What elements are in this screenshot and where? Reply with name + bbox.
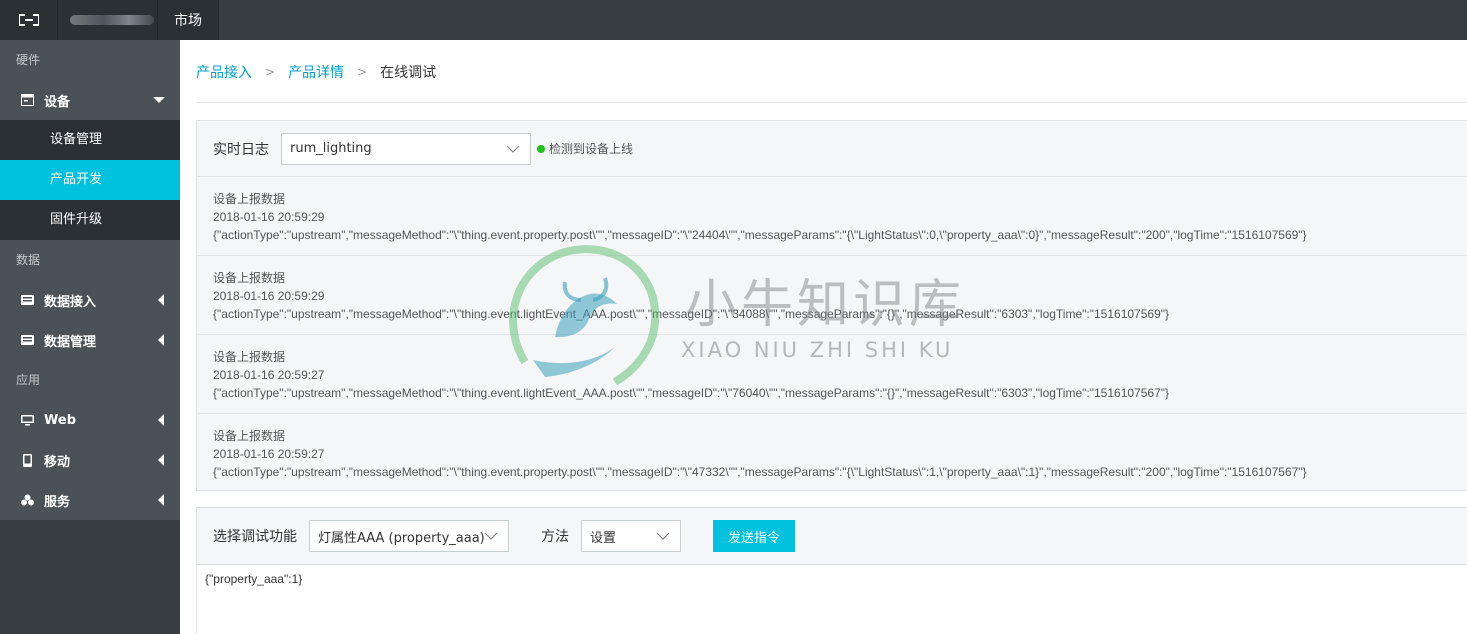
log-entry-time: 2018-01-16 20:59:29: [213, 210, 325, 224]
sidebar-subitem-product-development[interactable]: 产品开发: [0, 160, 180, 200]
sidebar-item-label: 设备: [44, 94, 71, 110]
data-manage-icon: [20, 333, 34, 347]
sidebar-item-services[interactable]: 服务: [0, 480, 180, 520]
mobile-icon: [20, 453, 34, 467]
payload-editor[interactable]: {"property_aaa":1}: [197, 565, 1467, 593]
monitor-icon: [20, 413, 34, 427]
log-entry: 设备上报数据 2018-01-16 20:59:27 {"actionType"…: [197, 335, 1467, 414]
services-icon: [20, 493, 34, 507]
chevron-right-icon: >: [265, 65, 276, 79]
caret-down-icon: [153, 97, 165, 103]
log-entry-json: {"actionType":"upstream","messageMethod"…: [213, 228, 1307, 242]
sidebar-subitem-device-management[interactable]: 设备管理: [0, 120, 180, 160]
sidebar-item-mobile[interactable]: 移动: [0, 440, 180, 480]
aliyun-logo-icon[interactable]: [0, 0, 57, 40]
section-title-hardware: 硬件: [0, 40, 180, 80]
log-entry-title: 设备上报数据: [213, 350, 286, 364]
breadcrumb: 产品接入 > 产品详情 > 在线调试: [196, 61, 436, 83]
sidebar-item-data-access[interactable]: 数据接入: [0, 280, 180, 320]
breadcrumb-current: 在线调试: [380, 65, 437, 81]
debug-function-select[interactable]: 灯属性AAA (property_aaa): [309, 520, 509, 552]
breadcrumb-product-details[interactable]: 产品详情: [288, 62, 344, 82]
sidebar-item-device[interactable]: 设备: [0, 80, 180, 120]
sidebar-subitem-firmware-upgrade[interactable]: 固件升级: [0, 200, 180, 240]
log-entry-title: 设备上报数据: [213, 192, 286, 206]
status-text: 检测到设备上线: [549, 142, 634, 156]
chevron-down-icon: [656, 532, 670, 540]
online-dot-icon: [537, 144, 545, 153]
chevron-down-icon: [506, 145, 520, 153]
section-title-app: 应用: [0, 360, 180, 400]
log-entry-time: 2018-01-16 20:59:29: [213, 289, 325, 303]
method-select[interactable]: 设置: [581, 520, 681, 552]
sidebar-item-label: Web: [44, 412, 76, 428]
caret-left-icon: [158, 414, 164, 426]
market-link[interactable]: 市场: [157, 0, 219, 40]
caret-left-icon: [158, 294, 164, 306]
log-entry-json: {"actionType":"upstream","messageMethod"…: [213, 307, 1170, 321]
divider: [196, 102, 1467, 103]
method-label: 方法: [541, 529, 569, 545]
method-value: 设置: [590, 530, 617, 546]
log-entry-title: 设备上报数据: [213, 429, 286, 443]
sidebar-item-label: 服务: [44, 494, 71, 510]
debug-header: 选择调试功能 灯属性AAA (property_aaa) 方法 设置 发送指令: [197, 508, 1467, 565]
caret-left-icon: [158, 454, 164, 466]
log-entry-json: {"actionType":"upstream","messageMethod"…: [213, 386, 1170, 400]
log-entry-json: {"actionType":"upstream","messageMethod"…: [213, 465, 1307, 479]
device-online-status: 检测到设备上线: [537, 140, 633, 157]
chevron-down-icon: [484, 532, 498, 540]
log-header: 实时日志 rum_lighting 检测到设备上线: [197, 121, 1467, 177]
breadcrumb-product-access[interactable]: 产品接入: [196, 62, 252, 82]
sidebar-item-web[interactable]: Web: [0, 400, 180, 440]
caret-left-icon: [158, 494, 164, 506]
debug-function-value: 灯属性AAA (property_aaa): [318, 530, 485, 546]
sidebar: 硬件 设备 设备管理 产品开发 固件升级 数据 数据接入 数据管理 应用 Web: [0, 40, 180, 634]
log-entry: 设备上报数据 2018-01-16 20:59:27 {"actionType"…: [197, 414, 1467, 493]
realtime-log-panel: 实时日志 rum_lighting 检测到设备上线 设备上报数据 2018-01…: [196, 120, 1467, 491]
log-entry: 设备上报数据 2018-01-16 20:59:29 {"actionType"…: [197, 256, 1467, 335]
realtime-log-label: 实时日志: [213, 141, 269, 158]
section-title-data: 数据: [0, 240, 180, 280]
sidebar-item-label: 数据管理: [44, 334, 97, 350]
log-entry: 设备上报数据 2018-01-16 20:59:29 {"actionType"…: [197, 177, 1467, 256]
log-entry-time: 2018-01-16 20:59:27: [213, 368, 325, 382]
device-select-value: rum_lighting: [290, 141, 372, 156]
log-entry-time: 2018-01-16 20:59:27: [213, 447, 325, 461]
data-access-icon: [20, 293, 34, 307]
send-command-button[interactable]: 发送指令: [713, 520, 795, 552]
sidebar-item-data-management[interactable]: 数据管理: [0, 320, 180, 360]
chevron-right-icon: >: [357, 65, 368, 79]
sidebar-item-label: 移动: [44, 454, 71, 470]
user-account-menu[interactable]: [57, 0, 157, 40]
top-bar: 市场: [0, 0, 1467, 40]
debug-panel: 选择调试功能 灯属性AAA (property_aaa) 方法 设置 发送指令 …: [196, 507, 1467, 634]
device-select[interactable]: rum_lighting: [281, 132, 531, 165]
blurred-username: [70, 15, 154, 25]
sidebar-item-label: 数据接入: [44, 294, 97, 310]
debug-function-label: 选择调试功能: [213, 529, 297, 545]
log-entry-title: 设备上报数据: [213, 271, 286, 285]
device-icon: [20, 93, 34, 107]
caret-left-icon: [158, 334, 164, 346]
